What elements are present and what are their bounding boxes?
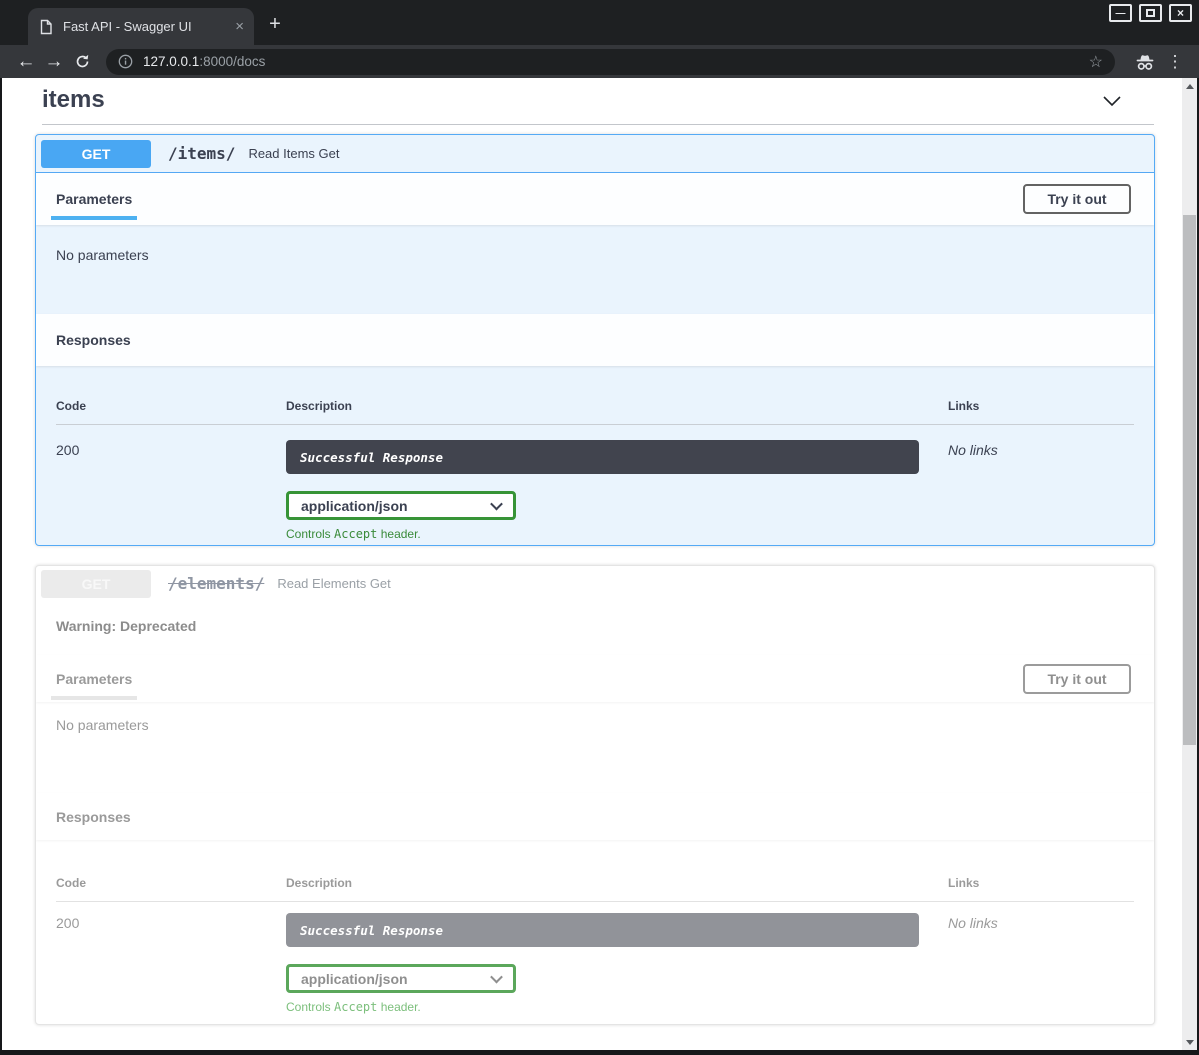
- parameters-section-header: Parameters Try it out: [36, 655, 1154, 702]
- response-description-cell: Successful Response application/json Con…: [286, 440, 948, 541]
- scrollbar-up-button[interactable]: [1182, 78, 1197, 94]
- responses-body: Code Description Links 200 Successful Re…: [36, 840, 1154, 1014]
- select-chevron-icon: [490, 971, 503, 984]
- new-tab-button[interactable]: +: [262, 12, 288, 38]
- url-host: 127.0.0.1: [143, 54, 199, 69]
- window-maximize-button[interactable]: [1139, 4, 1162, 22]
- forward-button[interactable]: →: [40, 49, 68, 75]
- accept-header-hint: Controls Accept header.: [286, 527, 948, 541]
- scroll-up-icon: [1186, 84, 1194, 89]
- back-button[interactable]: ←: [12, 49, 40, 75]
- responses-table-header: Code Description Links: [56, 840, 1134, 902]
- responses-title: Responses: [56, 332, 131, 348]
- responses-body: Code Description Links 200 Successful Re…: [36, 366, 1154, 541]
- http-method-badge: GET: [41, 570, 151, 598]
- responses-title: Responses: [56, 809, 131, 825]
- opblock-get-elements-deprecated: GET /elements/ Read Elements Get Warning…: [35, 565, 1155, 1025]
- no-links-text: No links: [948, 913, 1134, 1014]
- document-icon: [38, 19, 54, 35]
- swagger-page: items GET /items/ Read Items Get Paramet…: [2, 78, 1182, 1050]
- window-minimize-button[interactable]: —: [1109, 4, 1132, 22]
- media-type-select[interactable]: application/json: [286, 964, 516, 993]
- op-summary: Read Elements Get: [277, 576, 390, 591]
- response-code: 200: [56, 440, 286, 541]
- response-code: 200: [56, 913, 286, 1014]
- chevron-down-icon[interactable]: [1100, 92, 1124, 115]
- media-type-select[interactable]: application/json: [286, 491, 516, 520]
- close-icon: ×: [1177, 6, 1184, 20]
- window-controls: — ×: [1109, 4, 1192, 22]
- response-row: 200 Successful Response application/json…: [56, 425, 1134, 541]
- opblock-get-items: GET /items/ Read Items Get Parameters Tr…: [35, 134, 1155, 546]
- deprecation-warning: Warning: Deprecated: [56, 618, 1134, 634]
- http-method-badge: GET: [41, 140, 151, 168]
- accept-header-hint: Controls Accept header.: [286, 1000, 948, 1014]
- site-info-icon[interactable]: [118, 54, 133, 69]
- opblock-get-elements-header[interactable]: GET /elements/ Read Elements Get: [36, 566, 1154, 601]
- browser-tab[interactable]: Fast API - Swagger UI ×: [28, 8, 254, 45]
- url-bar[interactable]: 127.0.0.1:8000/docs ☆: [106, 49, 1115, 75]
- try-it-out-button[interactable]: Try it out: [1023, 664, 1131, 694]
- tab-strip: Fast API - Swagger UI × + — ×: [0, 0, 1199, 45]
- tab-parameters[interactable]: Parameters: [56, 671, 132, 687]
- scrollbar-down-button[interactable]: [1182, 1034, 1197, 1050]
- links-column-header: Links: [948, 876, 1134, 890]
- forward-arrow-icon: →: [45, 51, 64, 73]
- media-type-value: application/json: [301, 971, 408, 987]
- response-row: 200 Successful Response application/json…: [56, 902, 1134, 1014]
- op-path-deprecated: /elements/: [168, 574, 264, 593]
- scroll-down-icon: [1186, 1040, 1194, 1045]
- code-column-header: Code: [56, 399, 286, 413]
- description-column-header: Description: [286, 876, 948, 890]
- responses-table-header: Code Description Links: [56, 366, 1134, 425]
- tab-title: Fast API - Swagger UI: [63, 19, 229, 34]
- links-column-header: Links: [948, 399, 1134, 413]
- tag-section-header[interactable]: items: [42, 86, 1152, 122]
- browser-toolbar: ← → 127.0.0.1:8000/docs ☆ ⋮: [0, 45, 1199, 78]
- no-parameters-text: No parameters: [56, 717, 149, 733]
- no-links-text: No links: [948, 440, 1134, 541]
- code-column-header: Code: [56, 876, 286, 890]
- page-content: items GET /items/ Read Items Get Paramet…: [0, 78, 1199, 1055]
- tab-close-icon[interactable]: ×: [235, 18, 244, 35]
- response-description-box: Successful Response: [286, 913, 919, 947]
- tab-parameters[interactable]: Parameters: [56, 191, 132, 207]
- tag-title: items: [42, 86, 105, 113]
- parameters-body: No parameters: [36, 702, 1154, 793]
- op-path: /items/: [168, 144, 235, 163]
- opblock-get-items-header[interactable]: GET /items/ Read Items Get: [36, 135, 1154, 173]
- back-arrow-icon: ←: [17, 51, 36, 73]
- responses-section-header: Responses: [36, 793, 1154, 840]
- op-summary: Read Items Get: [248, 146, 339, 161]
- parameters-section-header: Parameters Try it out: [36, 173, 1154, 225]
- media-type-value: application/json: [301, 498, 408, 514]
- scrollbar-thumb[interactable]: [1183, 215, 1196, 745]
- page-scrollbar[interactable]: [1182, 78, 1197, 1050]
- try-it-out-button[interactable]: Try it out: [1023, 184, 1131, 214]
- incognito-icon: [1133, 52, 1157, 72]
- parameters-body: No parameters: [36, 225, 1154, 314]
- response-description-text: Successful Response: [300, 450, 443, 465]
- tag-divider: [42, 124, 1154, 125]
- menu-kebab-icon[interactable]: ⋮: [1163, 52, 1187, 72]
- bookmark-star-icon[interactable]: ☆: [1089, 52, 1103, 72]
- window-close-button[interactable]: ×: [1169, 4, 1192, 22]
- responses-section-header: Responses: [36, 314, 1154, 366]
- response-description-text: Successful Response: [300, 923, 443, 938]
- minimize-icon: —: [1116, 8, 1126, 19]
- url-path: :8000/docs: [199, 54, 265, 69]
- maximize-icon: [1146, 9, 1155, 17]
- no-parameters-text: No parameters: [56, 247, 149, 263]
- response-description-cell: Successful Response application/json Con…: [286, 913, 948, 1014]
- reload-button[interactable]: [68, 49, 96, 75]
- select-chevron-icon: [490, 498, 503, 511]
- description-column-header: Description: [286, 399, 948, 413]
- response-description-box: Successful Response: [286, 440, 919, 474]
- reload-icon: [74, 53, 91, 70]
